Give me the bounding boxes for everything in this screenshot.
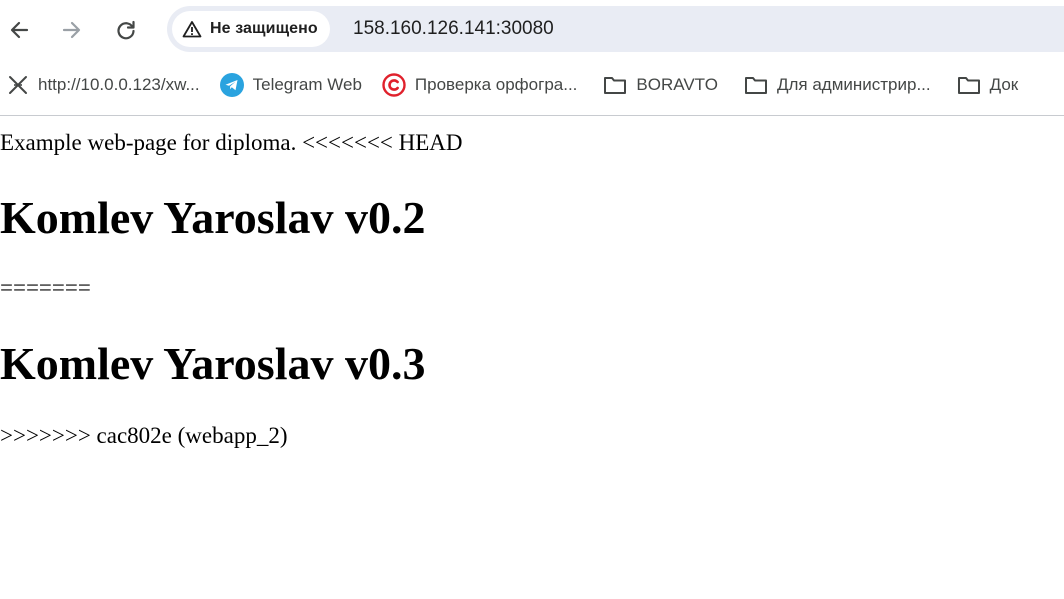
telegram-icon (219, 73, 244, 97)
folder-icon (744, 75, 768, 95)
intro-line: Example web-page for diploma. <<<<<<< HE… (0, 130, 463, 155)
browser-toolbar: Не защищено 158.160.126.141:30080 (0, 0, 1064, 58)
address-bar[interactable]: Не защищено 158.160.126.141:30080 (167, 6, 1064, 52)
bookmarks-bar: http://10.0.0.123/xw... Telegram Web Про… (0, 66, 1064, 104)
back-arrow-icon (8, 19, 30, 41)
folder-icon (603, 75, 627, 95)
bookmark-folder-doc[interactable]: Док (953, 69, 1023, 101)
page-heading-v02: Komlev Yaroslav v0.2 (0, 192, 426, 243)
security-indicator[interactable]: Не защищено (172, 11, 330, 47)
bookmark-label: Док (989, 75, 1019, 94)
cross-tools-icon (7, 74, 29, 96)
bookmark-label: Для администрир... (776, 75, 931, 94)
forward-arrow-icon (61, 19, 83, 41)
bookmark-folder-boravto[interactable]: BORAVTO (599, 69, 722, 101)
merge-end-line: >>>>>>> cac802e (webapp_2) (0, 423, 288, 448)
bookmark-xw[interactable]: http://10.0.0.123/xw... (3, 69, 204, 101)
bookmark-label: BORAVTO (636, 75, 718, 94)
forward-button[interactable] (54, 12, 90, 48)
folder-icon (957, 75, 981, 95)
security-label: Не защищено (210, 20, 318, 37)
copyright-icon (382, 73, 406, 97)
warning-triangle-icon (182, 20, 202, 38)
bookmark-label: Проверка орфогра... (414, 75, 578, 94)
merge-separator: ======= (0, 275, 91, 300)
page-heading-v03: Komlev Yaroslav v0.3 (0, 338, 426, 389)
bookmark-label: http://10.0.0.123/xw... (38, 75, 200, 94)
page-content: Example web-page for diploma. <<<<<<< HE… (0, 116, 1064, 599)
reload-icon (115, 19, 137, 41)
bookmark-telegram[interactable]: Telegram Web (216, 69, 366, 101)
bookmark-label: Telegram Web (252, 75, 362, 94)
bookmark-spellcheck[interactable]: Проверка орфогра... (378, 69, 582, 101)
back-button[interactable] (1, 12, 37, 48)
bookmark-folder-admin[interactable]: Для администрир... (740, 69, 935, 101)
reload-button[interactable] (108, 12, 144, 48)
url-text[interactable]: 158.160.126.141:30080 (353, 18, 554, 40)
